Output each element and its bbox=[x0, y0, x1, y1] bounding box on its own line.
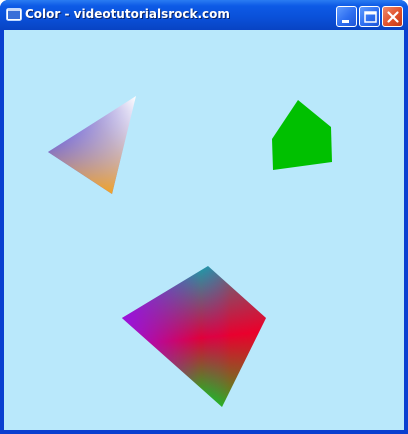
gradient-quad bbox=[122, 266, 266, 407]
app-window-icon bbox=[6, 8, 22, 21]
gl-canvas[interactable] bbox=[4, 30, 404, 430]
title-bar[interactable]: Color - videotutorialsrock.com bbox=[0, 0, 408, 30]
gradient-triangle bbox=[48, 96, 136, 194]
window-title: Color - videotutorialsrock.com bbox=[25, 7, 230, 21]
maximize-icon bbox=[364, 11, 377, 23]
minimize-button[interactable] bbox=[336, 6, 357, 27]
scene-drawing bbox=[48, 96, 332, 407]
maximize-button[interactable] bbox=[359, 6, 380, 27]
app-window: Color - videotutorialsrock.com bbox=[0, 0, 408, 434]
minimize-icon bbox=[342, 20, 349, 23]
close-icon bbox=[387, 11, 399, 23]
close-button[interactable] bbox=[382, 6, 403, 27]
green-pentagon bbox=[272, 100, 332, 170]
